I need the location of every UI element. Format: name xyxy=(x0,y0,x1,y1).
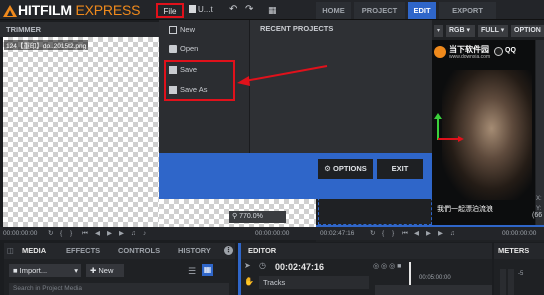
tab-effects[interactable]: EFFECTS xyxy=(66,243,100,259)
media-panel: ■ Import... ▾ ✚ New ☰ ▦ Search in Projec… xyxy=(4,259,235,295)
cursor-tool-icon[interactable]: ➤ xyxy=(244,261,251,270)
meters-scale-label: -5 xyxy=(518,271,524,277)
tracks-header: Tracks xyxy=(259,276,369,289)
media-search-input[interactable]: Search in Project Media xyxy=(9,283,229,295)
editor-timecode: 00:02:47:16 xyxy=(275,262,325,272)
new-media-button[interactable]: ✚ New xyxy=(86,264,124,277)
editor-tab-bar: EDITOR xyxy=(241,243,492,259)
editor-title: EDITOR xyxy=(248,246,277,255)
timeline-track-area[interactable] xyxy=(375,285,492,295)
tab-controls[interactable]: CONTROLS xyxy=(118,243,160,259)
panel-menu-icon[interactable]: ⋮ xyxy=(224,246,233,255)
tab-history[interactable]: HISTORY xyxy=(178,243,211,259)
grid-view-icon[interactable]: ▦ xyxy=(202,264,213,276)
hand-tool-icon[interactable]: ✋ xyxy=(244,277,254,286)
tab-grip-icon: ◫ xyxy=(7,246,15,255)
list-view-icon[interactable]: ☰ xyxy=(188,266,196,277)
tab-media[interactable]: MEDIA xyxy=(22,243,46,259)
ruler-timecode: 00:05:00:00 xyxy=(419,275,451,281)
editor-tool-icons[interactable]: ◎ ◎ ◎ ■ xyxy=(373,262,401,270)
clock-icon: ◷ xyxy=(259,261,266,270)
plus-icon: ✚ xyxy=(90,266,97,275)
meters-panel: -5 xyxy=(494,259,544,295)
import-dropdown-icon: ▾ xyxy=(74,266,78,275)
lower-tab-bar: ◫ MEDIA EFFECTS CONTROLS HISTORY ⋮ xyxy=(4,243,235,259)
meters-title: METERS xyxy=(498,246,530,255)
import-button[interactable]: ■ Import... ▾ xyxy=(9,264,81,277)
import-folder-icon: ■ xyxy=(13,266,18,275)
meters-tab-bar: METERS xyxy=(494,243,544,259)
meter-bar-left xyxy=(500,269,506,295)
editor-panel: ➤ ◷ 00:02:47:16 ◎ ◎ ◎ ■ 00:05:00:00 ✋ Tr… xyxy=(241,259,492,295)
meter-bar-right xyxy=(508,269,514,295)
